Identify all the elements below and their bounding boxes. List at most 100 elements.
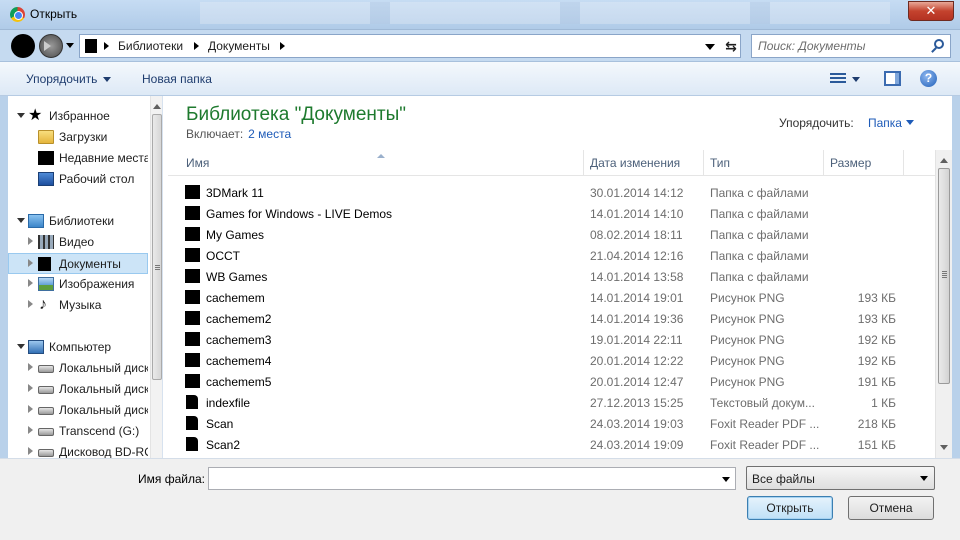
filename-input[interactable] (212, 471, 712, 487)
file-icon (185, 374, 200, 388)
optical-drive-icon (38, 449, 54, 457)
breadcrumb-libraries[interactable]: Библиотеки (118, 39, 183, 53)
scroll-up-icon[interactable] (940, 154, 948, 163)
table-row[interactable]: cachemem4 20.01.2014 12:22 Рисунок PNG 192 … (168, 350, 938, 371)
expand-closed-icon[interactable] (28, 300, 37, 308)
table-row[interactable]: Scan2 24.03.2014 19:09 Foxit Reader PDF ..… (168, 434, 938, 455)
expand-closed-icon[interactable] (28, 363, 37, 371)
help-icon[interactable]: ? (920, 70, 937, 87)
new-folder-button[interactable]: Новая папка (142, 72, 212, 86)
nav-computer[interactable]: Компьютер (8, 337, 148, 358)
file-icon (186, 395, 198, 409)
table-row[interactable]: 3DMark 11 30.01.2014 14:12 Папка с файлами (168, 182, 938, 203)
table-row[interactable]: WB Games 14.01.2014 13:58 Папка с файлами (168, 266, 938, 287)
back-button[interactable] (11, 34, 35, 58)
file-type-filter[interactable]: Все файлы (746, 466, 935, 490)
nav-libraries[interactable]: Библиотеки (8, 211, 148, 232)
nav-bd-drive[interactable]: Дисковод BD-RO (8, 442, 148, 458)
nav-documents[interactable]: Документы (8, 253, 148, 274)
filename-combobox[interactable] (208, 467, 736, 490)
expand-open-icon[interactable] (17, 218, 25, 227)
address-history-chevron-down-icon[interactable] (705, 44, 715, 55)
command-toolbar: Упорядочить Новая папка ? (0, 62, 960, 96)
scroll-thumb[interactable] (938, 168, 950, 384)
file-type: Рисунок PNG (710, 375, 785, 389)
chevron-down-icon (103, 77, 112, 86)
library-title: Библиотека "Документы" (186, 104, 407, 125)
file-name: Scan2 (206, 438, 241, 452)
open-button[interactable]: Открыть (747, 496, 833, 520)
search-box[interactable] (751, 34, 951, 58)
navigation-bar: Библиотеки Документы ⇆ (0, 30, 960, 62)
breadcrumb-chevron-icon[interactable] (194, 42, 203, 50)
scroll-down-icon[interactable] (940, 445, 948, 454)
breadcrumb-documents[interactable]: Документы (208, 39, 270, 53)
expand-open-icon[interactable] (17, 344, 25, 353)
table-row[interactable]: cachemem2 14.01.2014 19:36 Рисунок PNG 193 … (168, 308, 938, 329)
address-bar[interactable]: Библиотеки Документы ⇆ (79, 34, 741, 58)
arrange-by-dropdown[interactable]: Папка (868, 116, 902, 130)
expand-closed-icon[interactable] (28, 426, 37, 434)
file-name: cachemem3 (206, 333, 272, 347)
cancel-button[interactable]: Отмена (848, 496, 934, 520)
file-name: Games for Windows - LIVE Demos (206, 207, 393, 221)
nav-pictures[interactable]: Изображения (8, 274, 148, 295)
nav-local-disk-2[interactable]: Локальный диск (8, 379, 148, 400)
expand-closed-icon[interactable] (28, 237, 37, 245)
expand-closed-icon[interactable] (28, 279, 37, 287)
nav-recent-places[interactable]: Недавние места (8, 148, 148, 169)
organize-button[interactable]: Упорядочить (26, 72, 112, 86)
breadcrumb-chevron-icon[interactable] (280, 42, 289, 50)
breadcrumb-chevron-icon[interactable] (104, 42, 113, 50)
nav-label: Рабочий стол (59, 172, 135, 186)
expand-open-icon[interactable] (17, 113, 25, 122)
table-row[interactable]: cachemem3 19.01.2014 22:11 Рисунок PNG 192 … (168, 329, 938, 350)
column-size[interactable]: Размер (824, 150, 904, 176)
table-row[interactable]: Scan 24.03.2014 19:03 Foxit Reader PDF ...… (168, 413, 938, 434)
table-row[interactable]: indexfile 27.12.2013 15:25 Текстовый докум… (168, 392, 938, 413)
refresh-icon[interactable]: ⇆ (723, 38, 739, 54)
nav-local-disk-3[interactable]: Локальный диск (8, 400, 148, 421)
scroll-up-icon[interactable] (153, 100, 161, 109)
nav-transcend-drive[interactable]: Transcend (G:) (8, 421, 148, 442)
navigation-scrollbar[interactable] (150, 96, 162, 458)
column-date-modified[interactable]: Дата изменения (584, 150, 704, 176)
file-type: Foxit Reader PDF ... (710, 438, 820, 452)
nav-label: Локальный диск (59, 382, 148, 396)
table-row[interactable]: Games for Windows - LIVE Demos 14.01.2014… (168, 203, 938, 224)
search-input[interactable] (758, 38, 928, 54)
nav-favorites[interactable]: ★ Избранное (8, 106, 148, 127)
table-row[interactable]: cachemem 14.01.2014 19:01 Рисунок PNG 193 К… (168, 287, 938, 308)
file-type: Папка с файлами (710, 249, 809, 263)
expand-closed-icon[interactable] (28, 447, 37, 455)
view-options-chevron-down-icon[interactable] (852, 77, 860, 86)
file-type: Папка с файлами (710, 270, 809, 284)
nav-local-disk-1[interactable]: Локальный диск (8, 358, 148, 379)
expand-closed-icon[interactable] (28, 259, 37, 267)
table-row[interactable]: My Games 08.02.2014 18:11 Папка с файлами (168, 224, 938, 245)
scroll-thumb[interactable] (152, 114, 162, 380)
nav-desktop[interactable]: Рабочий стол (8, 169, 148, 190)
file-list-scrollbar[interactable] (935, 150, 952, 458)
nav-label: Transcend (G:) (59, 424, 140, 438)
expand-closed-icon[interactable] (28, 384, 37, 392)
arrange-chevron-down-icon[interactable] (906, 120, 914, 129)
filename-history-chevron-down-icon[interactable] (722, 477, 730, 486)
includes-locations-link[interactable]: 2 места (248, 127, 291, 141)
nav-downloads[interactable]: Загрузки (8, 127, 148, 148)
recent-pages-chevron-down-icon[interactable] (66, 43, 74, 52)
table-row[interactable]: OCCT 21.04.2014 12:16 Папка с файлами (168, 245, 938, 266)
column-name[interactable]: Имя (180, 150, 584, 176)
forward-button[interactable] (39, 34, 63, 58)
close-button[interactable]: ✕ (908, 1, 954, 21)
nav-music[interactable]: ♪ Музыка (8, 295, 148, 316)
file-size: 193 КБ (857, 291, 896, 305)
search-icon[interactable] (934, 39, 944, 49)
preview-pane-icon[interactable] (884, 71, 901, 86)
nav-video[interactable]: Видео (8, 232, 148, 253)
expand-closed-icon[interactable] (28, 405, 37, 413)
column-type[interactable]: Тип (704, 150, 824, 176)
file-icon (185, 353, 200, 367)
table-row[interactable]: cachemem5 20.01.2014 12:47 Рисунок PNG 191 … (168, 371, 938, 392)
change-view-icon[interactable] (830, 73, 846, 85)
